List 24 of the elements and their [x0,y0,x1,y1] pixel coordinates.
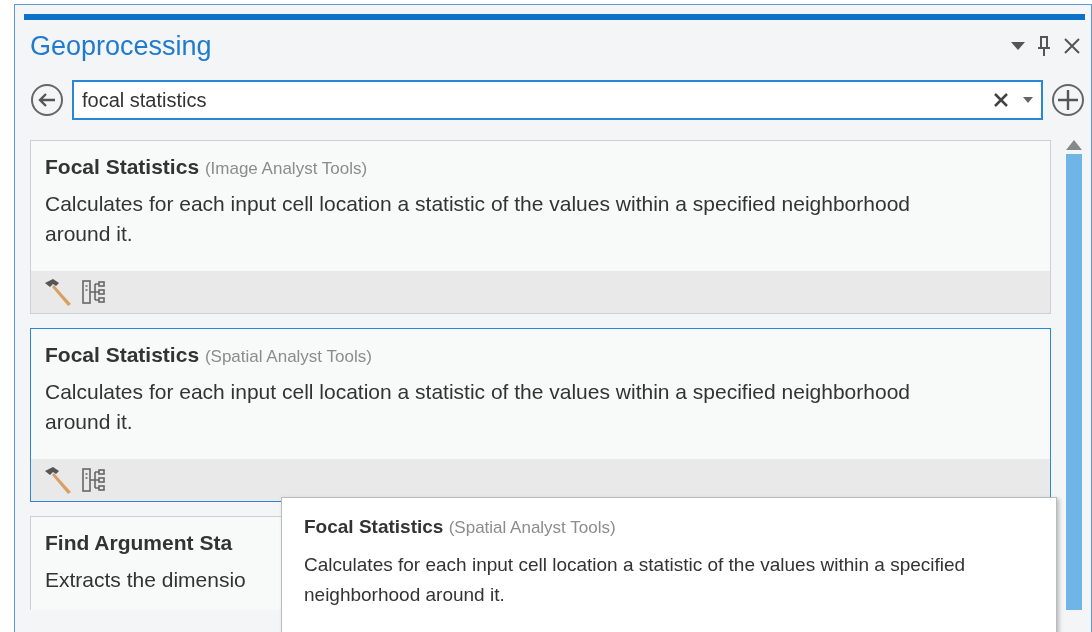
tooltip-description: Calculates for each input cell location a statistic of the values within a specified neighborhood around it. [304,553,967,607]
tool-result-card[interactable]: Focal Statistics (Image Analyst Tools) Calculates for each input cell location a statistic of the values within a specified neighborhood around it. [30,140,1051,314]
tool-result-card[interactable]: Focal Statistics (Spatial Analyst Tools) Calculates for each input cell location a statistic of the values within a specified neighborhood around it. [30,328,1051,502]
scroll-up-icon[interactable] [1066,140,1082,150]
dropdown-icon[interactable] [1023,97,1033,103]
add-button[interactable] [1051,83,1085,117]
tool-description: Calculates for each input cell location a statistic of the values within a specified neighborhood around it. [45,379,911,435]
tool-description: Extracts the dimensio [45,567,246,593]
dropdown-icon[interactable] [1011,42,1025,50]
clear-icon[interactable] [993,92,1009,108]
search-field[interactable]: focal statistics [72,80,1043,120]
back-button[interactable] [30,83,64,117]
close-icon[interactable] [1063,37,1081,55]
tool-description: Calculates for each input cell location a statistic of the values within a specified neighborhood around it. [45,191,911,247]
panel-title: Geoprocessing [30,30,212,62]
toolbox-name: (Spatial Analyst Tools) [204,347,372,366]
scrollbar-thumb[interactable] [1066,154,1082,610]
pin-icon[interactable] [1037,35,1051,57]
toolbox-name: (Spatial Analyst Tools) [448,518,616,537]
tool-title: Focal Statistics [45,155,200,178]
tool-title: Find Argument Sta [45,531,233,554]
tool-title: Focal Statistics [45,343,200,366]
toolbox-name: (Image Analyst Tools) [204,159,368,178]
tooltip-title: Focal Statistics [304,516,444,537]
